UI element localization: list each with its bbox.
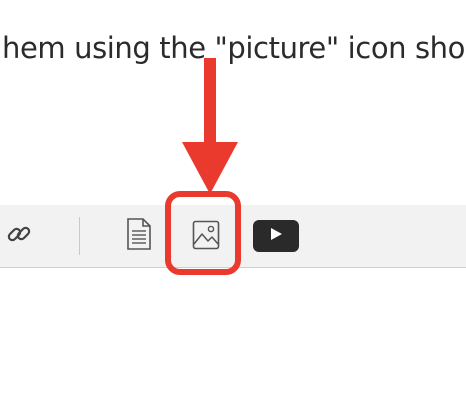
picture-icon-highlight [165,191,241,275]
insert-link-button[interactable] [2,219,36,253]
toolbar-divider [79,217,80,255]
insert-document-button[interactable] [122,217,156,255]
link-icon [5,220,33,252]
red-arrow-icon [182,58,238,194]
play-icon [268,226,284,246]
tutorial-screenshot: hem using the "picture" icon sho [0,0,466,416]
insert-video-button[interactable] [253,220,299,252]
document-icon [125,217,153,255]
